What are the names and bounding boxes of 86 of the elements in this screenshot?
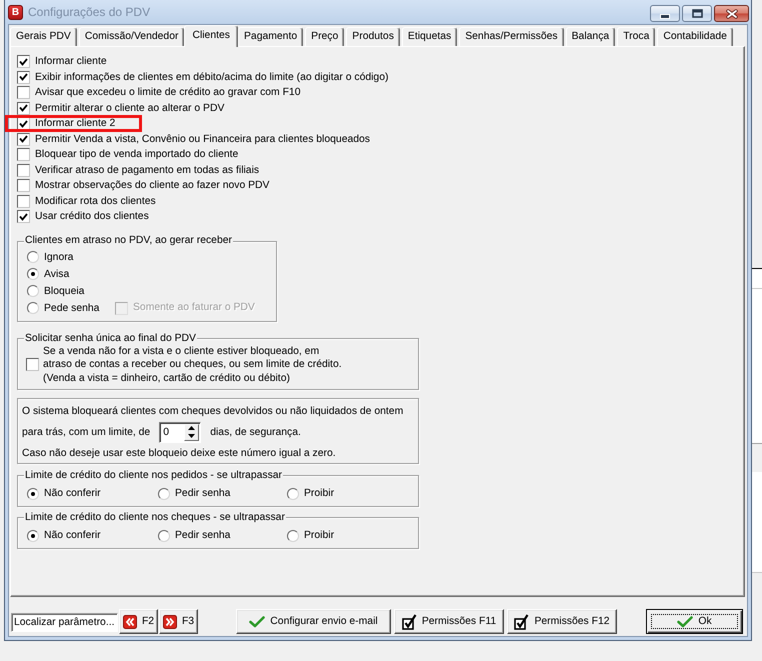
radio-label: Ignora <box>44 252 74 262</box>
tab[interactable]: Produtos <box>346 27 400 46</box>
tab[interactable]: Preço <box>305 27 344 46</box>
radio-button[interactable] <box>158 530 170 542</box>
checkbox-label: Informar cliente <box>35 55 107 68</box>
checkbox[interactable] <box>17 102 30 115</box>
checkbox-label: Usar crédito dos clientes <box>35 210 149 224</box>
checkbox[interactable] <box>17 179 30 192</box>
checkbox-label: Se a venda não for a vista e o cliente estiver bloqueado, em atraso de contas a receber ou cheques, ou sem limite de crédito. (Venda a vista = dinheiro, cartão de crédito ou débito) <box>43 344 342 385</box>
checkbox-label: Verificar atraso de pagamento em todas as filiais <box>35 164 260 177</box>
info-text: O sistema bloqueará clientes com cheques devolvidos ou não liquidados de ontem <box>22 404 404 418</box>
check-icon <box>677 616 694 628</box>
group-title: Solicitar senha única ao final do PDV <box>24 332 197 344</box>
checkbox-label: Permitir Venda a vista, Convênio ou Financeira para clientes bloqueados <box>35 132 370 146</box>
group-title: Clientes em atraso no PDV, ao gerar receber <box>24 235 233 247</box>
group-title: Limite de crédito do cliente nos pedidos - se ultrapassar <box>24 470 284 482</box>
radio-button[interactable] <box>27 488 39 500</box>
permissions-button[interactable]: Permissões F12 <box>507 609 617 634</box>
checkbox-label: Bloquear tipo de venda importado do cliente <box>35 148 238 162</box>
checkbox[interactable] <box>17 70 30 84</box>
checkbox[interactable] <box>17 194 30 208</box>
radio-label: Avisa <box>44 268 70 280</box>
tab[interactable]: Clientes <box>184 25 238 47</box>
radio-label: Bloqueia <box>44 286 84 296</box>
checkbox[interactable] <box>17 132 30 146</box>
spin-button[interactable] <box>184 424 200 440</box>
radio-label: Proibir <box>304 530 334 541</box>
radio-button[interactable] <box>158 488 170 500</box>
radio-button[interactable] <box>27 285 39 297</box>
previous-button[interactable]: F2 <box>119 609 158 634</box>
ok-button[interactable]: Ok <box>646 609 743 634</box>
checkbox[interactable] <box>17 55 30 68</box>
minimize-icon <box>660 14 670 19</box>
radio-button[interactable] <box>287 488 299 500</box>
tab[interactable]: Comissão/Vendedor <box>78 27 184 46</box>
checkbox-label: Permitir alterar o cliente ao alterar o PDV <box>35 102 224 115</box>
radio-button[interactable] <box>27 302 39 314</box>
tab[interactable]: Pagamento <box>238 27 304 46</box>
maximize-button[interactable] <box>682 5 712 22</box>
radio-label: Pede senha <box>44 302 100 314</box>
checkbox-label: Exibir informações de clientes em débito/acima do limite (ao digitar o código) <box>35 70 388 84</box>
radio-label: Não conferir <box>44 530 101 541</box>
app-logo: B <box>8 4 23 20</box>
checkbox-label: Informar cliente 2 <box>35 117 116 130</box>
checkbox[interactable] <box>17 164 30 177</box>
radio-label: Não conferir <box>44 488 101 499</box>
info-text: Caso não deseje usar este bloqueio deixe este número igual a zero. <box>22 446 337 460</box>
search-field[interactable]: Localizar parâmetro... <box>11 613 118 632</box>
radio-button[interactable] <box>27 530 39 542</box>
radio-label: Pedir senha <box>175 488 230 499</box>
checked-box-icon <box>514 614 530 630</box>
check-icon <box>249 616 266 628</box>
tab[interactable]: Etiquetas <box>402 27 458 46</box>
maximize-icon <box>692 9 702 18</box>
permissions-button[interactable]: Permissões F11 <box>394 609 504 634</box>
radio-button[interactable] <box>27 251 39 263</box>
checkbox-label: Avisar que excedeu o limite de crédito ao gravar com F10 <box>35 86 300 100</box>
double-right-chevron-icon <box>162 614 177 628</box>
tab[interactable]: Senhas/Permissões <box>459 27 564 46</box>
checkbox-label: Mostrar observações do cliente ao fazer novo PDV <box>35 179 270 192</box>
tab[interactable]: Troca <box>617 27 656 46</box>
checkbox[interactable] <box>26 358 39 372</box>
info-text: para trás, com um limite, de <box>22 426 150 438</box>
checkbox[interactable] <box>17 148 30 162</box>
group-title: Limite de crédito do cliente nos cheques - se ultrapassar <box>24 512 286 524</box>
minimize-button[interactable] <box>650 5 680 22</box>
configure-email-button[interactable]: Configurar envio e-mail <box>236 609 391 634</box>
radio-button[interactable] <box>287 530 299 542</box>
radio-label: Pedir senha <box>175 530 230 541</box>
tab[interactable]: Gerais PDV <box>10 27 77 46</box>
info-text: dias, de segurança. <box>210 426 301 438</box>
next-button[interactable]: F3 <box>159 609 198 634</box>
radio-label: Proibir <box>304 488 334 499</box>
tab[interactable]: Balança <box>566 27 616 46</box>
close-icon <box>726 8 738 18</box>
window-title: Configurações do PDV <box>28 5 152 19</box>
close-button[interactable] <box>714 5 749 22</box>
checked-box-icon <box>402 614 417 630</box>
tab[interactable]: Contabilidade <box>657 27 733 46</box>
radio-button[interactable] <box>27 268 39 280</box>
checkbox[interactable] <box>17 86 30 100</box>
checkbox[interactable] <box>17 210 30 224</box>
checkbox-label: Modificar rota dos clientes <box>35 194 156 208</box>
checkbox-label: Somente ao faturar o PDV <box>133 301 255 315</box>
up-down-arrows-icon <box>188 426 196 438</box>
double-left-chevron-icon <box>122 614 137 628</box>
